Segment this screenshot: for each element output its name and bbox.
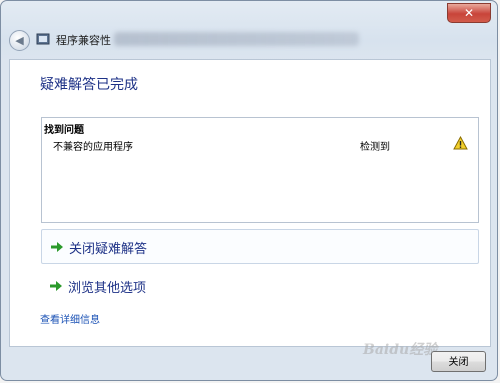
option-browse-other[interactable]: 浏览其他选项 (41, 270, 479, 300)
option-close-troubleshooter[interactable]: 关闭疑难解答 (41, 229, 479, 264)
issue-name: 不兼容的应用程序 (53, 142, 133, 153)
page-heading: 疑难解答已完成 (40, 77, 138, 93)
window-title: 程序兼容性 (56, 34, 111, 47)
issue-status: 检测到 (360, 142, 390, 153)
back-button[interactable]: ◀ (9, 30, 30, 51)
watermark: Baidu经验 (363, 342, 438, 358)
content-area: 疑难解答已完成 找到问题 不兼容的应用程序 检测到 关闭疑难解答 浏览其他选项 … (9, 59, 491, 347)
issues-header: 找到问题 (44, 125, 84, 136)
close-button[interactable]: 关闭 (431, 351, 486, 372)
issues-panel: 找到问题 不兼容的应用程序 检测到 (41, 117, 479, 223)
app-icon (36, 33, 50, 45)
green-arrow-icon (50, 281, 62, 291)
warning-icon (453, 136, 468, 150)
blurred-breadcrumb (114, 32, 359, 46)
option-label: 关闭疑难解答 (69, 242, 148, 257)
window-close-button[interactable]: ✕ (447, 3, 491, 23)
back-arrow-icon: ◀ (15, 34, 24, 47)
option-label: 浏览其他选项 (68, 281, 147, 296)
view-details-link[interactable]: 查看详细信息 (40, 311, 100, 326)
green-arrow-icon (51, 242, 63, 252)
program-compatibility-window: ✕ ◀ 程序兼容性 疑难解答已完成 找到问题 不兼容的应用程序 检测到 关闭疑难… (0, 0, 498, 381)
